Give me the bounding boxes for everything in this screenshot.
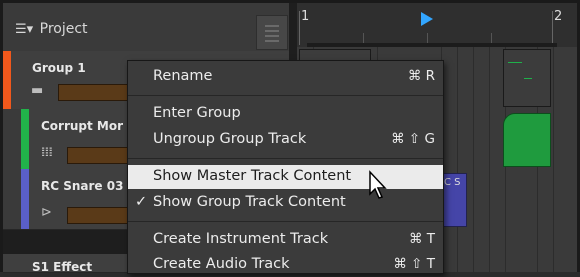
audio-waveform-icon: ⊳ <box>41 205 52 220</box>
audio-clip-label: C S <box>444 177 461 188</box>
menu-item-shortcut: ⌘ ⇧ G <box>391 131 435 147</box>
menu-item-label: Ungroup Group Track <box>153 131 307 147</box>
menu-item-label: Show Master Track Content <box>153 168 352 184</box>
menu-item-enter-group[interactable]: Enter Group <box>128 102 443 126</box>
playhead-marker[interactable] <box>421 12 433 26</box>
group-clip[interactable] <box>503 49 551 107</box>
ruler-bar-1: 1 <box>301 9 310 24</box>
menu-separator <box>128 95 443 96</box>
audio-clip[interactable]: C S <box>441 173 467 227</box>
menu-item-shortcut: ⌘ ⇧ T <box>393 256 435 272</box>
grid-line <box>457 47 458 272</box>
ruler-tick <box>299 11 300 45</box>
track-name: Corrupt Mor <box>41 119 124 133</box>
ruler-tick <box>552 11 553 45</box>
menu-item-rename[interactable]: Rename ⌘ R <box>128 65 443 89</box>
menu-item-show-master-track-content[interactable]: Show Master Track Content <box>128 165 443 189</box>
ruler-bar-2: 2 <box>554 9 563 24</box>
note-line <box>524 78 532 79</box>
list-menu-icon: ☰▾ <box>15 22 34 37</box>
menu-item-create-instrument-track[interactable]: Create Instrument Track ⌘ T <box>128 228 443 252</box>
mouse-pointer-icon <box>369 170 387 199</box>
grid-line <box>473 47 474 272</box>
menu-item-create-audio-track[interactable]: Create Audio Track ⌘ ⇧ T <box>128 253 443 277</box>
piano-keys-icon: 𝍖 <box>41 145 53 160</box>
track-indent <box>3 109 21 169</box>
timeline-ruler[interactable]: 1 2 <box>297 3 577 49</box>
grid-line <box>553 47 554 272</box>
checkmark-icon: ✓ <box>135 194 148 210</box>
menu-item-shortcut: ⌘ T <box>408 231 435 247</box>
panel-grip-handle[interactable] <box>256 15 288 50</box>
menu-item-shortcut: ⌘ R <box>407 68 435 84</box>
track-color-strip <box>3 51 11 109</box>
menu-item-show-group-track-content[interactable]: ✓ Show Group Track Content <box>128 191 443 215</box>
menu-separator <box>128 221 443 222</box>
menu-separator <box>128 158 443 159</box>
project-menu-button[interactable]: ☰▾ Project <box>15 21 88 37</box>
track-name: RC Snare 03 <box>41 179 124 193</box>
menu-item-label: Create Audio Track <box>153 256 290 272</box>
menu-item-label: Rename <box>153 68 213 84</box>
folder-icon: ▬ <box>31 83 44 98</box>
grid-line <box>489 47 490 272</box>
track-color-strip <box>21 109 29 169</box>
instrument-clip[interactable] <box>503 113 551 167</box>
menu-item-label: Show Group Track Content <box>153 194 346 210</box>
track-context-menu: Rename ⌘ R Enter Group Ungroup Group Tra… <box>127 60 444 274</box>
tracks-header: ☰▾ Project <box>3 3 289 52</box>
track-color-strip <box>21 169 29 229</box>
track-indent <box>3 169 21 229</box>
menu-item-label: Enter Group <box>153 105 241 121</box>
menu-item-label: Create Instrument Track <box>153 231 329 247</box>
track-name: Group 1 <box>32 61 86 75</box>
note-line <box>508 62 522 63</box>
project-label: Project <box>39 21 88 37</box>
menu-item-ungroup-group-track[interactable]: Ungroup Group Track ⌘ ⇧ G <box>128 128 443 152</box>
